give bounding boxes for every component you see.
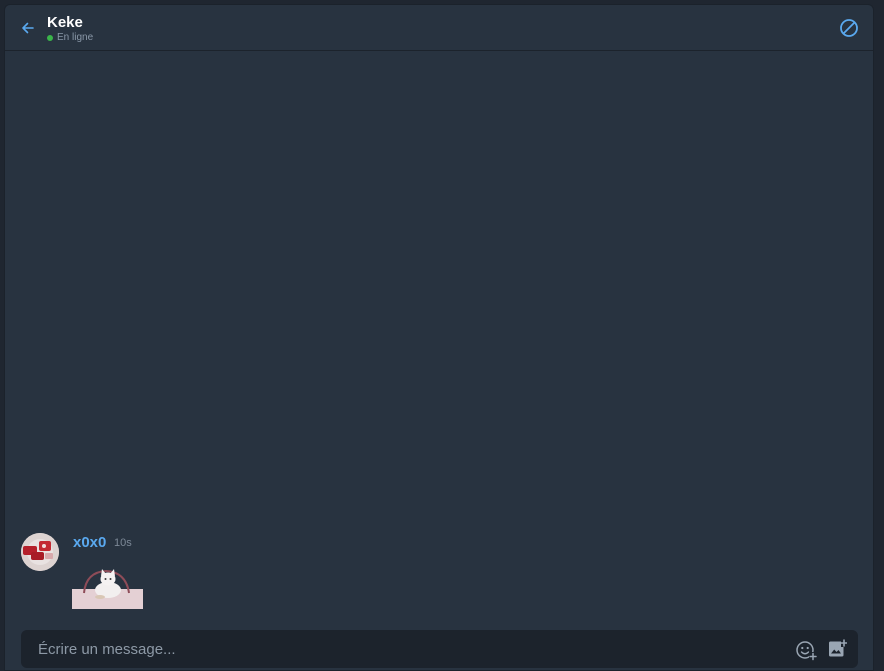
- online-status: En ligne: [47, 32, 93, 44]
- message-image-attachment[interactable]: [72, 567, 143, 609]
- message-author[interactable]: x0x0: [73, 534, 106, 552]
- add-photo-icon: [829, 639, 848, 657]
- status-text: En ligne: [57, 32, 94, 43]
- chat-window: Keke En ligne x0x0 10s: [4, 4, 874, 671]
- cat-image: [72, 569, 143, 609]
- message-input[interactable]: [21, 630, 781, 668]
- message-timestamp: 10s: [114, 537, 132, 549]
- back-button[interactable]: [19, 19, 37, 37]
- block-button[interactable]: [839, 18, 859, 38]
- avatar-image: [21, 533, 59, 571]
- emoji-button[interactable]: [795, 639, 817, 661]
- avatar[interactable]: [21, 533, 59, 571]
- online-dot-icon: [47, 35, 53, 41]
- chat-header: Keke En ligne: [5, 5, 873, 51]
- message-composer: [21, 630, 858, 668]
- add-image-button[interactable]: [827, 639, 848, 659]
- emoji-add-icon: [796, 641, 817, 661]
- contact-name: Keke: [47, 14, 83, 31]
- block-icon: [840, 19, 858, 37]
- arrow-left-icon: [22, 22, 34, 34]
- message-item: x0x0 10s: [21, 533, 421, 613]
